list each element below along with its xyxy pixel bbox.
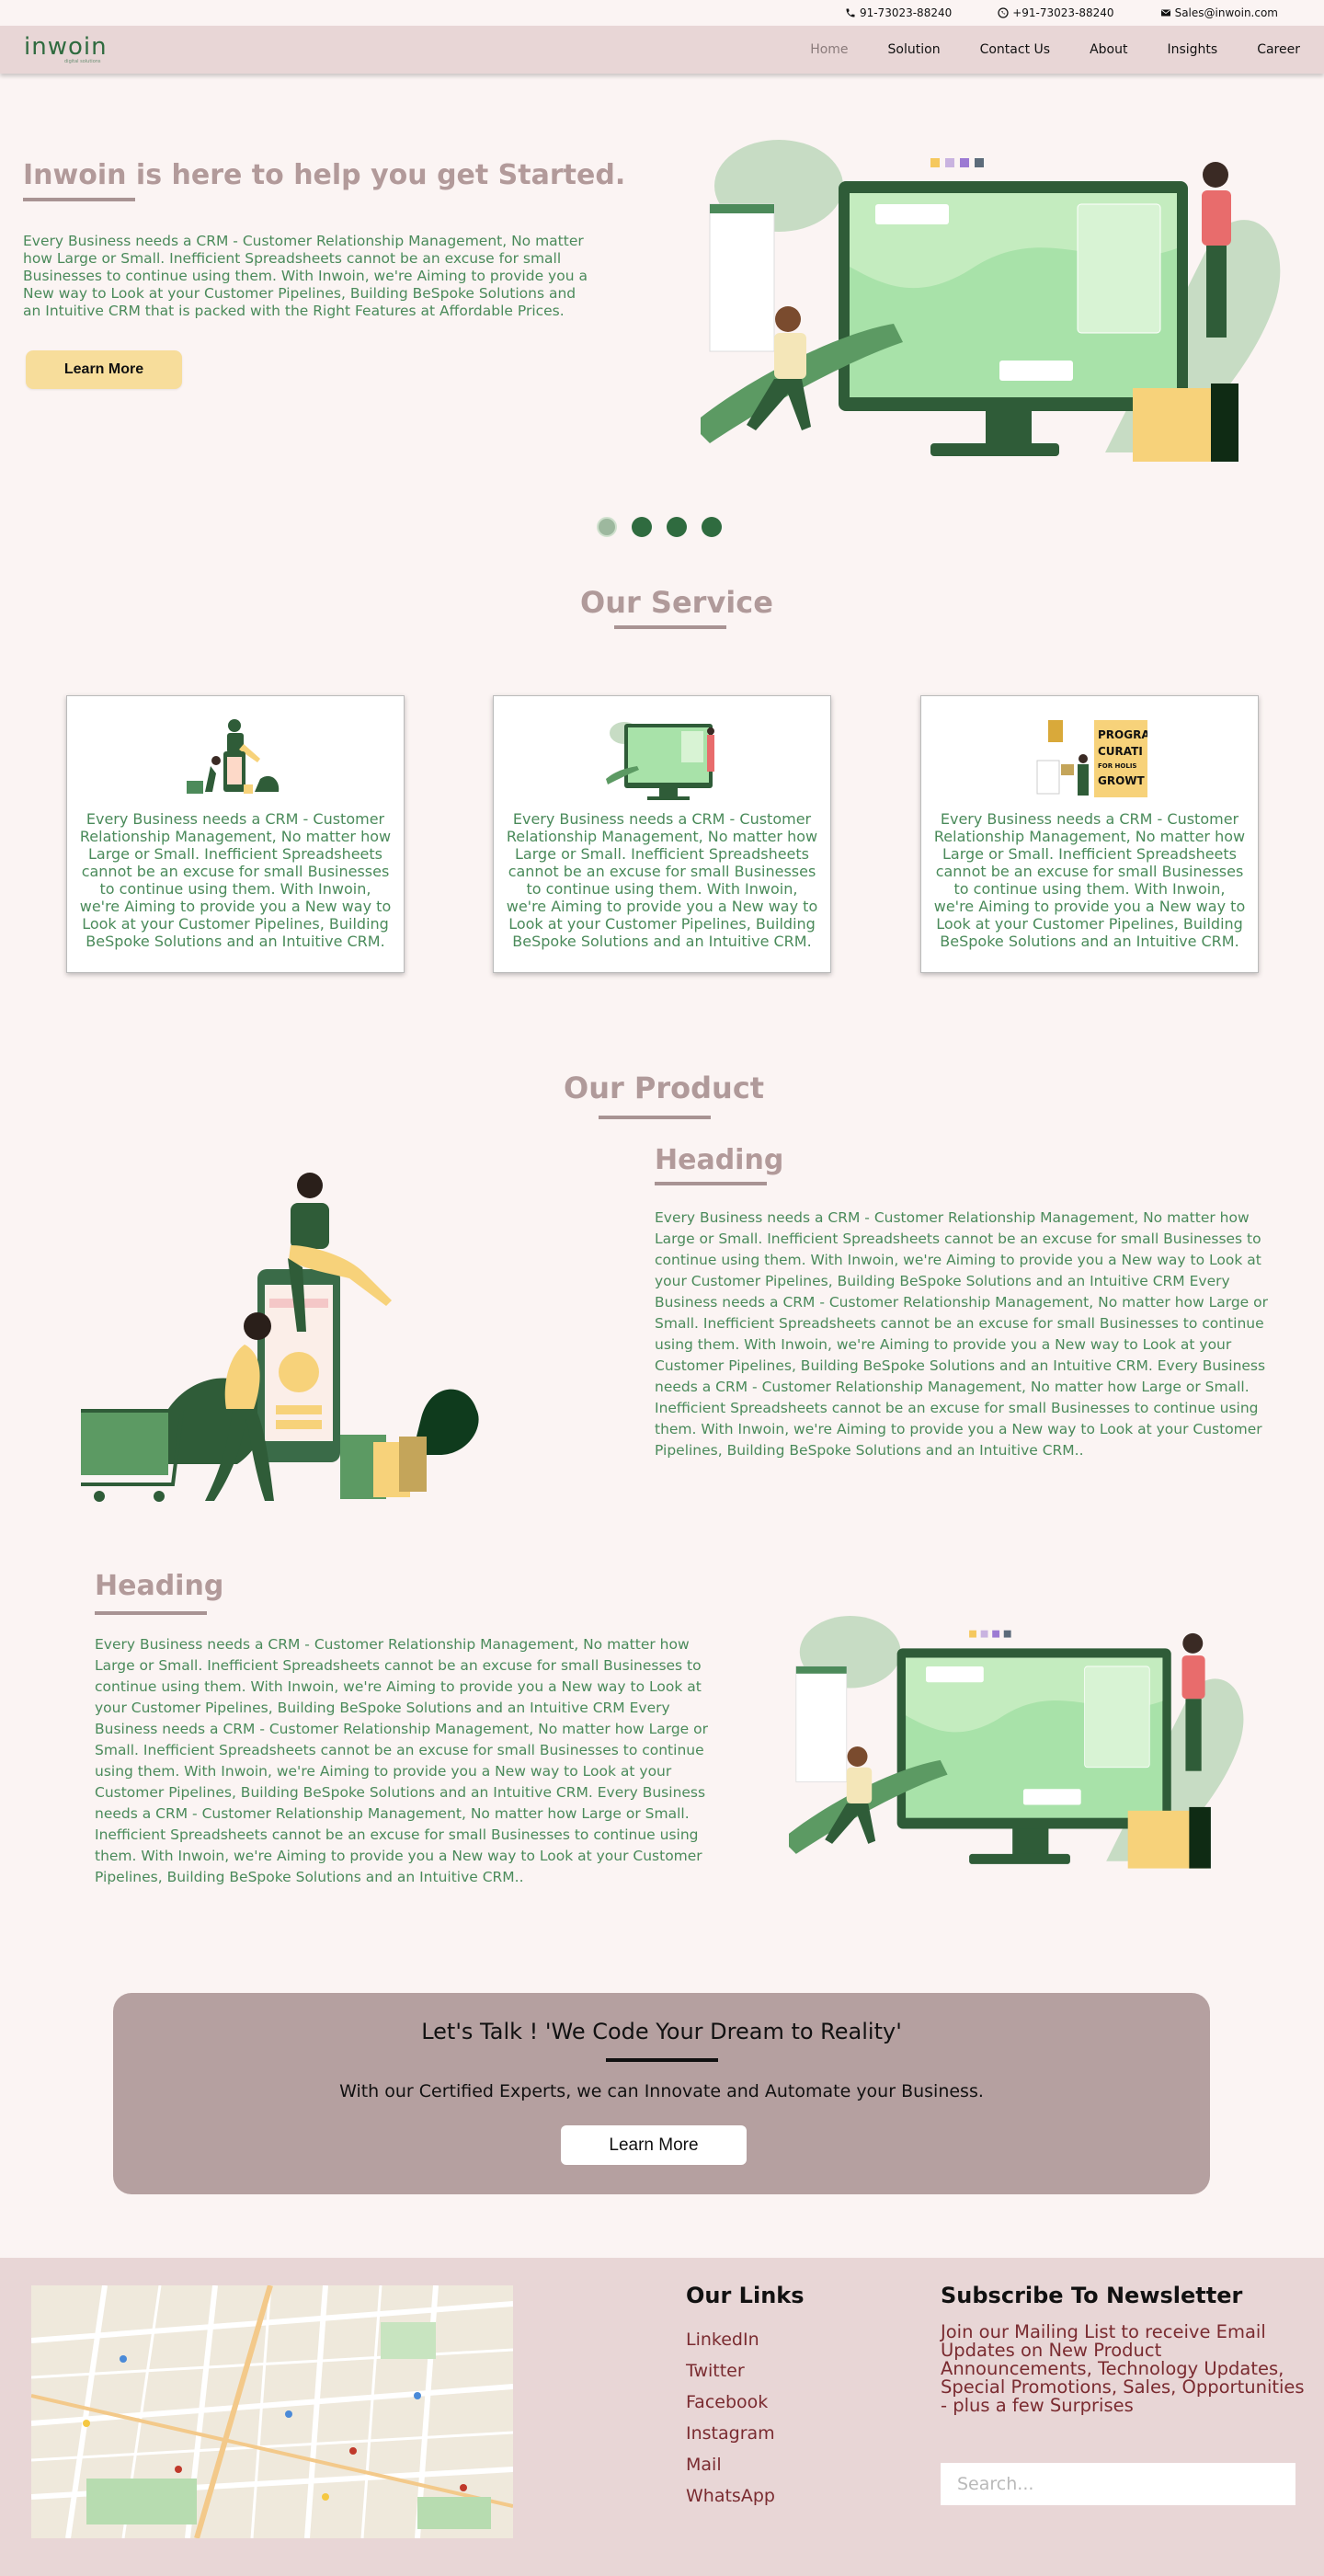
product-heading-underline	[95, 1611, 207, 1615]
products-title-underline	[599, 1116, 711, 1119]
newsletter-search-input[interactable]	[941, 2463, 1295, 2505]
nav-link-home[interactable]: Home	[810, 42, 848, 57]
nav-link-about[interactable]: About	[1090, 42, 1127, 57]
product-heading: Heading	[655, 1144, 784, 1176]
shopping-illustration	[81, 1173, 479, 1502]
service-card[interactable]: Every Business needs a CRM - Customer Re…	[66, 695, 405, 973]
service-image-text: CURATI	[1098, 745, 1143, 758]
service-card[interactable]: PROGRA CURATI FOR HOLIS GROWT Every Busi…	[920, 695, 1259, 973]
products-title: Our Product	[564, 1070, 765, 1105]
carousel-dot-2[interactable]	[632, 517, 652, 537]
mail-icon	[1160, 9, 1170, 17]
nav-link-insights[interactable]: Insights	[1167, 42, 1217, 57]
nav-link-solution[interactable]: Solution	[888, 42, 941, 57]
cta-banner: Let's Talk ! 'We Code Your Dream to Real…	[113, 1993, 1210, 2194]
service-description: Every Business needs a CRM - Customer Re…	[933, 810, 1246, 950]
phone-number: 91-73023-88240	[859, 6, 953, 19]
cta-underline	[606, 2058, 718, 2062]
footer-link-instagram[interactable]: Instagram	[686, 2418, 775, 2449]
service-description: Every Business needs a CRM - Customer Re…	[506, 810, 818, 950]
whatsapp-number: +91-73023-88240	[1012, 6, 1114, 19]
carousel-dots	[597, 517, 736, 537]
product-description: Every Business needs a CRM - Customer Re…	[95, 1636, 708, 1885]
service-image-text: PROGRA	[1098, 728, 1147, 741]
services-title-underline	[614, 625, 726, 629]
carousel-dot-1[interactable]	[597, 517, 617, 537]
newsletter-description: Join our Mailing List to receive Email U…	[941, 2321, 1305, 2416]
service-card[interactable]: Every Business needs a CRM - Customer Re…	[493, 695, 831, 973]
hero-title-underline	[23, 198, 135, 201]
cta-learn-more-button[interactable]: Learn More	[561, 2125, 747, 2165]
hero-description: Every Business needs a CRM - Customer Re…	[23, 233, 588, 319]
nav-link-contact-us[interactable]: Contact Us	[980, 42, 1050, 57]
top-contact-bar: 91-73023-88240 +91-73023-88240 Sales@inw…	[0, 0, 1324, 26]
hero-learn-more-button[interactable]: Learn More	[26, 350, 182, 389]
logo-text: inwoin	[24, 33, 108, 61]
phone-icon	[846, 8, 855, 17]
newsletter-title: Subscribe To Newsletter	[941, 2283, 1243, 2308]
logo-tagline: digital solutions	[64, 59, 101, 64]
footer-link-mail[interactable]: Mail	[686, 2449, 775, 2480]
service-illustration	[606, 722, 714, 800]
footer-link-linkedin[interactable]: LinkedIn	[686, 2324, 775, 2355]
product-illustration	[789, 1616, 1244, 1869]
carousel-dot-4[interactable]	[702, 517, 722, 537]
footer: Our Links LinkedIn Twitter Facebook Inst…	[0, 2258, 1324, 2576]
whatsapp-contact[interactable]: +91-73023-88240	[998, 6, 1114, 19]
cta-title: Let's Talk ! 'We Code Your Dream to Real…	[421, 2019, 902, 2044]
nav-links: Home Solution Contact Us About Insights …	[770, 42, 1300, 57]
footer-links: LinkedIn Twitter Facebook Instagram Mail…	[686, 2324, 775, 2512]
cta-subtitle: With our Certified Experts, we can Innov…	[339, 2081, 984, 2101]
footer-link-whatsapp[interactable]: WhatsApp	[686, 2480, 775, 2512]
email-address: Sales@inwoin.com	[1174, 6, 1278, 19]
footer-link-twitter[interactable]: Twitter	[686, 2355, 775, 2387]
phone-contact[interactable]: 91-73023-88240	[845, 6, 952, 19]
whatsapp-icon	[998, 7, 1009, 18]
location-map[interactable]	[31, 2285, 513, 2538]
product-heading-underline	[655, 1182, 767, 1185]
service-image-text: FOR HOLIS	[1098, 762, 1136, 770]
main-navbar: inwoin digital solutions Home Solution C…	[0, 26, 1324, 74]
carousel-dot-3[interactable]	[667, 517, 687, 537]
hero-title: Inwoin is here to help you get Started.	[23, 159, 626, 191]
product-heading: Heading	[95, 1570, 224, 1602]
brand-logo[interactable]: inwoin digital solutions	[24, 35, 108, 64]
service-image-text: GROWT	[1098, 774, 1146, 787]
email-contact[interactable]: Sales@inwoin.com	[1160, 6, 1278, 19]
footer-links-title: Our Links	[686, 2283, 805, 2308]
service-illustration	[187, 719, 280, 794]
service-description: Every Business needs a CRM - Customer Re…	[79, 810, 392, 950]
footer-link-facebook[interactable]: Facebook	[686, 2387, 775, 2418]
product-description: Every Business needs a CRM - Customer Re…	[655, 1209, 1268, 1459]
services-title: Our Service	[580, 585, 773, 620]
nav-link-career[interactable]: Career	[1257, 42, 1300, 57]
service-illustration: PROGRA CURATI FOR HOLIS GROWT	[1036, 720, 1147, 797]
hero-illustration	[701, 140, 1281, 462]
